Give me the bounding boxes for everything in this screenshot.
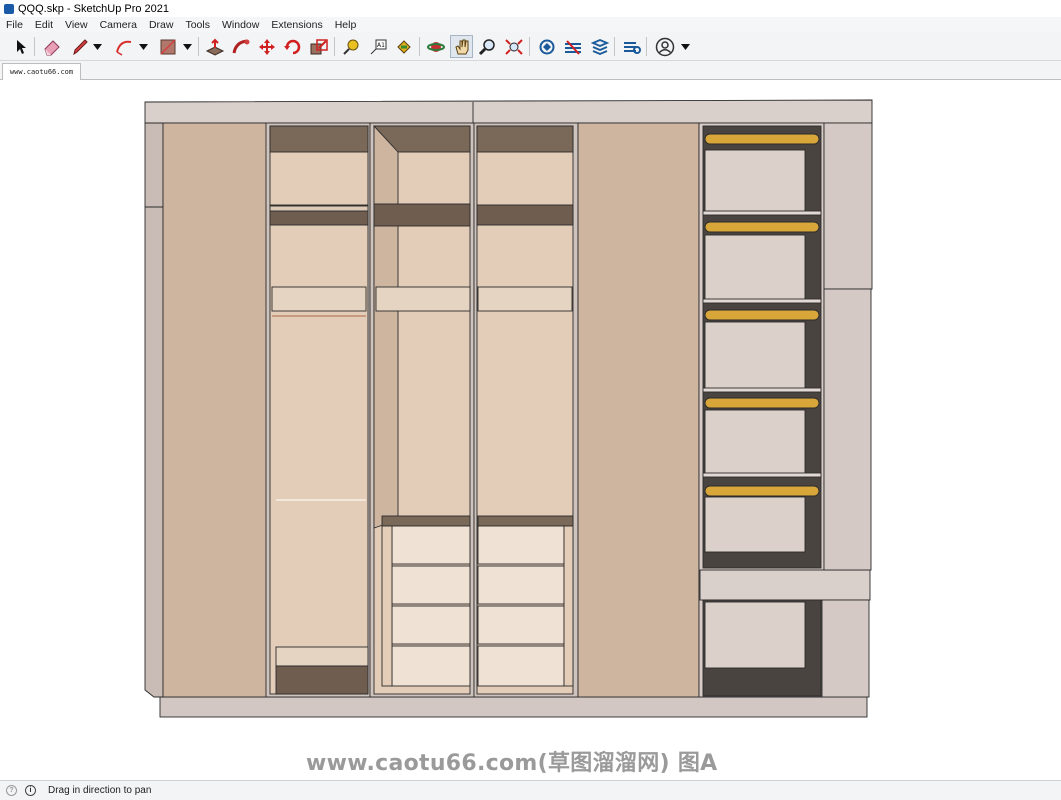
move-icon[interactable] [255, 35, 278, 58]
hanging-rod [704, 485, 820, 497]
modeling-viewport[interactable] [0, 80, 1061, 780]
toolbar-separator [198, 37, 199, 56]
eraser-icon[interactable] [40, 35, 63, 58]
hanging-rod [704, 133, 820, 145]
warehouse-icon[interactable] [535, 35, 558, 58]
rectangle-dropdown-chevron-icon[interactable] [180, 35, 194, 58]
toolbar-separator [614, 37, 615, 56]
toolbar-separator [34, 37, 35, 56]
pan-icon[interactable] [450, 35, 473, 58]
toolbar-separator [646, 37, 647, 56]
paint-bucket-icon[interactable] [392, 35, 415, 58]
hanging-rod [704, 221, 820, 233]
toolbar-separator [334, 37, 335, 56]
pencil-dropdown-chevron-icon[interactable] [90, 35, 104, 58]
wardrobe-model [144, 99, 873, 718]
menu-edit[interactable]: Edit [29, 19, 59, 31]
watermark-text: www.caotu66.com(草图溜溜网) 图A [306, 751, 718, 776]
account-icon[interactable] [653, 35, 676, 58]
arc-icon[interactable] [112, 35, 135, 58]
menu-help[interactable]: Help [329, 19, 363, 31]
rectangle-icon[interactable] [156, 35, 179, 58]
menu-bar: File Edit View Camera Draw Tools Window … [0, 17, 1061, 32]
tape-measure-icon[interactable] [340, 35, 363, 58]
menu-extensions[interactable]: Extensions [265, 19, 328, 31]
window-title: QQQ.skp - SketchUp Pro 2021 [18, 2, 170, 15]
menu-file[interactable]: File [0, 19, 29, 31]
title-bar: QQQ.skp - SketchUp Pro 2021 [0, 0, 1061, 17]
scale-icon[interactable] [307, 35, 330, 58]
svg-text:A1: A1 [377, 42, 385, 49]
text-icon[interactable]: A1 [366, 35, 389, 58]
hanging-rod [704, 397, 820, 409]
toolbar-separator [419, 37, 420, 56]
follow-me-icon[interactable] [229, 35, 252, 58]
menu-window[interactable]: Window [216, 19, 265, 31]
menu-tools[interactable]: Tools [179, 19, 216, 31]
geolocation-icon[interactable]: ? [6, 785, 17, 796]
arc-dropdown-chevron-icon[interactable] [136, 35, 150, 58]
scene-tab[interactable]: www.caotu66.com [2, 63, 81, 80]
zoom-icon[interactable] [476, 35, 499, 58]
toolbar-separator [529, 37, 530, 56]
extension-warehouse-icon[interactable] [561, 35, 584, 58]
orbit-icon[interactable] [424, 35, 447, 58]
pencil-icon[interactable] [68, 35, 91, 58]
info-icon[interactable]: i [25, 785, 36, 796]
hanging-rod [704, 309, 820, 321]
sketchup-app-icon [4, 3, 14, 14]
account-dropdown-chevron-icon[interactable] [678, 35, 692, 58]
main-toolbar: A1 [0, 32, 1061, 61]
select-icon[interactable] [9, 35, 32, 58]
rotate-icon[interactable] [281, 35, 304, 58]
status-message: Drag in direction to pan [48, 785, 152, 796]
status-bar: ? i Drag in direction to pan [0, 780, 1061, 800]
push-pull-icon[interactable] [203, 35, 226, 58]
scene-tab-bar: www.caotu66.com [0, 61, 1061, 80]
menu-camera[interactable]: Camera [94, 19, 143, 31]
zoom-extents-icon[interactable] [502, 35, 525, 58]
menu-draw[interactable]: Draw [143, 19, 180, 31]
extension-manager-icon[interactable] [620, 35, 643, 58]
menu-view[interactable]: View [59, 19, 94, 31]
layout-icon[interactable] [588, 35, 611, 58]
